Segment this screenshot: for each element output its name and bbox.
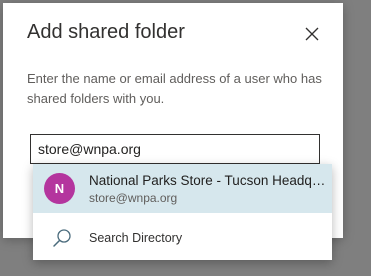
close-button[interactable] bbox=[299, 21, 325, 47]
close-icon bbox=[305, 27, 319, 41]
search-directory-label: Search Directory bbox=[89, 231, 183, 245]
search-directory-button[interactable]: Search Directory bbox=[33, 219, 332, 257]
suggestion-email: store@wnpa.org bbox=[89, 191, 178, 205]
user-search-input[interactable] bbox=[31, 135, 319, 163]
suggestion-item[interactable]: N National Parks Store - Tucson Headquar… bbox=[33, 164, 332, 213]
avatar: N bbox=[44, 173, 75, 204]
search-icon bbox=[53, 229, 71, 247]
suggestion-name: National Parks Store - Tucson Headquarte… bbox=[89, 173, 327, 188]
instruction-text: Enter the name or email address of a use… bbox=[27, 71, 322, 106]
suggestions-dropdown: N National Parks Store - Tucson Headquar… bbox=[33, 164, 332, 260]
dialog-title: Add shared folder bbox=[27, 21, 185, 43]
user-search-field[interactable] bbox=[30, 134, 320, 164]
